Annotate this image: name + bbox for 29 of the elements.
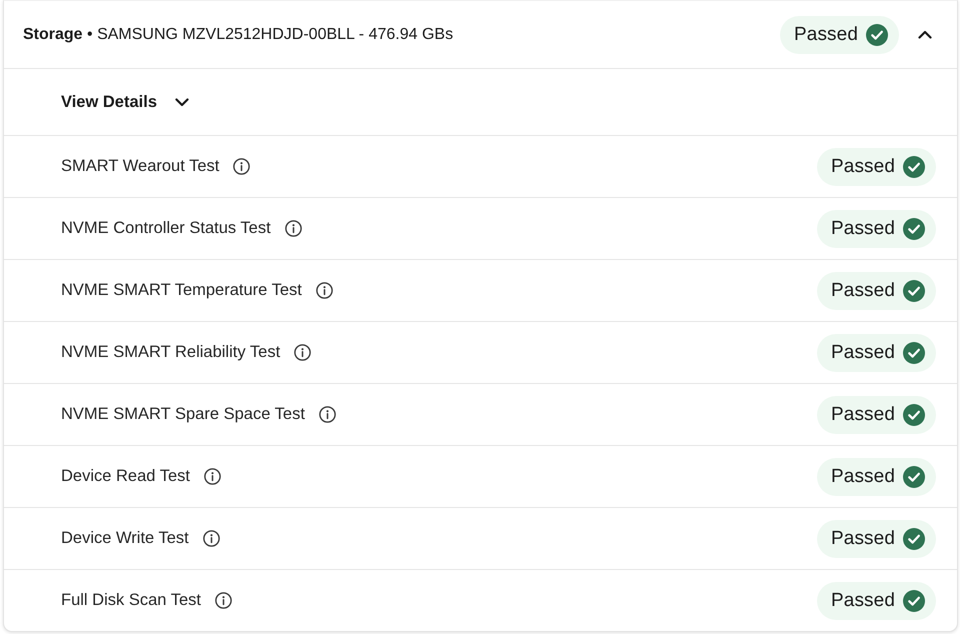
chevron-up-icon <box>918 30 932 39</box>
info-icon[interactable] <box>284 220 302 237</box>
status-badge: Passed <box>817 520 936 558</box>
test-name: Device Read Test <box>61 467 190 486</box>
info-icon[interactable] <box>294 344 312 361</box>
info-icon[interactable] <box>233 158 250 175</box>
status-badge: Passed <box>817 210 936 248</box>
test-name: NVME SMART Temperature Test <box>61 281 302 300</box>
status-badge: Passed <box>780 16 899 54</box>
status-badge: Passed <box>817 396 936 434</box>
info-icon[interactable] <box>202 530 220 547</box>
status-badge: Passed <box>817 458 936 496</box>
test-name: Device Write Test <box>61 529 189 548</box>
info-icon[interactable] <box>316 282 333 299</box>
test-name: NVME Controller Status Test <box>61 219 271 238</box>
status-badge: Passed <box>817 334 936 372</box>
status-badge: Passed <box>817 582 936 620</box>
storage-device-title: Storage • SAMSUNG MZVL2512HDJD-00BLL - 476.94 GBs <box>23 26 454 44</box>
test-name: NVME SMART Reliability Test <box>61 343 280 362</box>
test-name: Full Disk Scan Test <box>61 591 201 610</box>
info-icon[interactable] <box>318 406 336 423</box>
status-badge: Passed <box>817 272 936 310</box>
test-name: SMART Wearout Test <box>61 157 220 176</box>
test-name: NVME SMART Spare Space Test <box>61 405 305 424</box>
info-icon[interactable] <box>215 592 232 609</box>
chevron-down-icon <box>175 98 189 106</box>
status-badge: Passed <box>817 148 936 186</box>
view-details-toggle[interactable]: View Details <box>61 92 189 112</box>
info-icon[interactable] <box>204 468 222 485</box>
